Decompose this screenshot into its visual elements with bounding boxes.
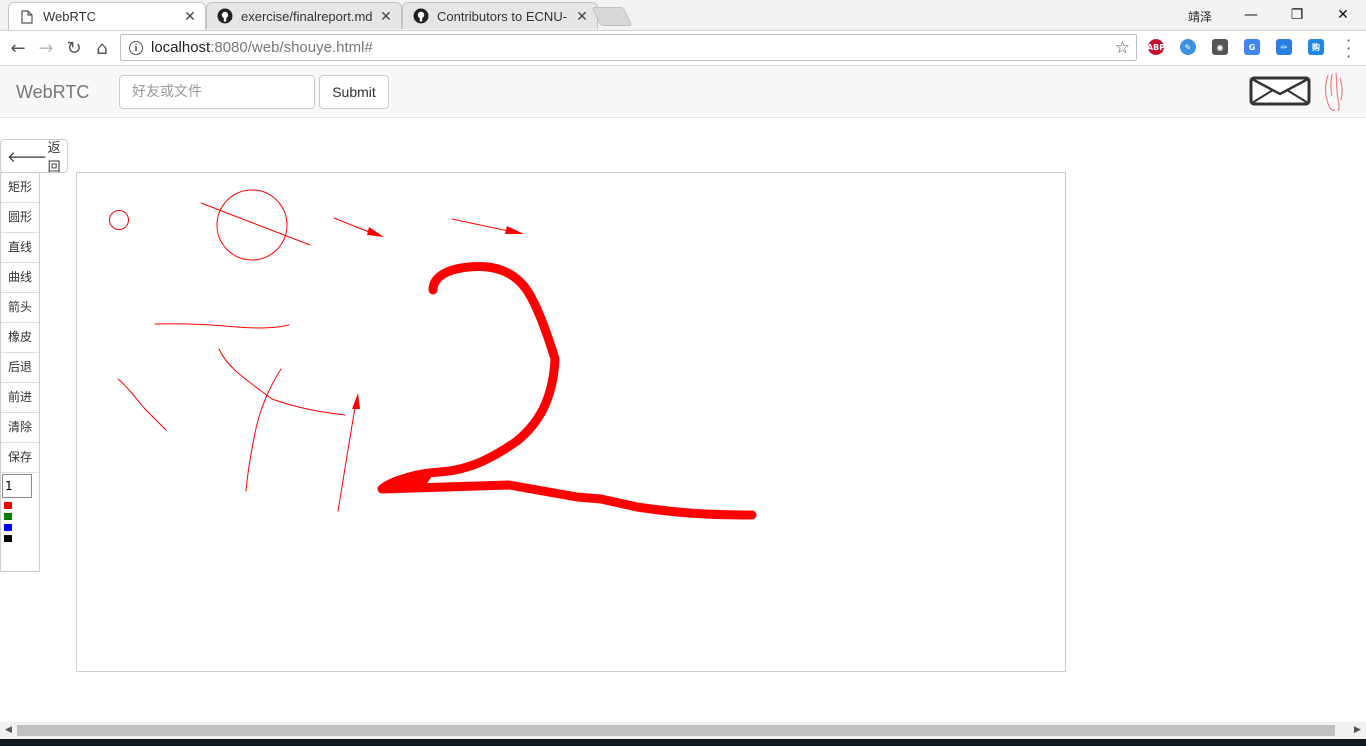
browser-toolbar: ← → ↻ ⌂ i localhost:8080/web/shouye.html… xyxy=(0,31,1366,66)
os-taskbar xyxy=(0,739,1366,746)
tool-save[interactable]: 保存 xyxy=(1,443,39,473)
line-width-input[interactable] xyxy=(2,474,32,498)
drawn-circle-large xyxy=(216,189,288,261)
reload-icon[interactable]: ↻ xyxy=(62,36,86,60)
home-icon[interactable]: ⌂ xyxy=(90,36,114,60)
tool-rectangle[interactable]: 矩形 xyxy=(1,173,39,203)
url-host: localhost xyxy=(151,39,211,56)
scroll-thumb[interactable] xyxy=(17,725,1335,736)
drawn-curve xyxy=(218,348,346,416)
pen-icon[interactable]: ✏ xyxy=(1276,39,1292,55)
tool-panel: 矩形 圆形 直线 曲线 箭头 橡皮 后退 前进 清除 保存 xyxy=(0,172,40,572)
tab-title: exercise/finalreport.md xyxy=(241,8,373,24)
github-icon xyxy=(217,8,233,24)
drawing-surface[interactable] xyxy=(77,173,1065,671)
tab-title: Contributors to ECNU- xyxy=(437,8,568,24)
menu-icon[interactable]: · · · xyxy=(1346,33,1351,65)
github-icon xyxy=(413,8,429,24)
tool-arrow[interactable]: 箭头 xyxy=(1,293,39,323)
drawing-canvas[interactable] xyxy=(76,172,1066,672)
tab-strip: WebRTC ✕ exercise/finalreport.md ✕ Contr… xyxy=(0,0,1366,31)
tool-eraser[interactable]: 橡皮 xyxy=(1,323,39,353)
scroll-right-icon[interactable]: ▶ xyxy=(1349,724,1366,737)
drawn-curve xyxy=(245,368,282,492)
profile-name[interactable]: 靖泽 xyxy=(1188,8,1212,25)
shop-icon[interactable]: 购 xyxy=(1308,39,1324,55)
scroll-left-icon[interactable]: ◀ xyxy=(0,724,17,737)
search-input[interactable] xyxy=(119,75,315,109)
translate-icon[interactable]: G xyxy=(1244,39,1260,55)
back-button[interactable]: 🡐 返回 xyxy=(0,139,68,174)
drawn-arrowhead xyxy=(352,393,360,409)
tool-line[interactable]: 直线 xyxy=(1,233,39,263)
close-icon[interactable]: ✕ xyxy=(575,8,589,25)
abp-icon[interactable]: ABP xyxy=(1147,39,1165,55)
tab-webrtc[interactable]: WebRTC ✕ xyxy=(8,2,206,30)
star-icon[interactable]: ☆ xyxy=(1115,38,1130,58)
arrow-left-icon: 🡐 xyxy=(7,148,48,166)
drawn-arrow-shaft xyxy=(337,400,357,512)
mail-icon[interactable] xyxy=(1249,76,1311,106)
tool-undo[interactable]: 后退 xyxy=(1,353,39,383)
brand-title[interactable]: WebRTC xyxy=(16,82,89,103)
tab-title: WebRTC xyxy=(43,9,96,24)
tool-circle[interactable]: 圆形 xyxy=(1,203,39,233)
tool-curve[interactable]: 曲线 xyxy=(1,263,39,293)
drawn-number-2 xyxy=(377,262,757,520)
horizontal-scrollbar[interactable]: ◀ ▶ xyxy=(0,722,1366,739)
avatar[interactable] xyxy=(1318,70,1350,114)
tab-contributors[interactable]: Contributors to ECNU- ✕ xyxy=(402,2,598,29)
page-icon xyxy=(19,9,35,25)
eye-icon[interactable]: ◉ xyxy=(1212,39,1228,55)
color-swatch-black[interactable] xyxy=(4,535,12,542)
tool-redo[interactable]: 前进 xyxy=(1,383,39,413)
color-swatch-blue[interactable] xyxy=(4,524,12,531)
drawn-circle-small xyxy=(109,210,129,230)
window-close-icon[interactable]: ✕ xyxy=(1320,0,1366,30)
tab-finalreport[interactable]: exercise/finalreport.md ✕ xyxy=(206,2,402,29)
drawn-arrowhead xyxy=(367,227,384,237)
drawn-curve xyxy=(117,378,167,431)
restore-icon[interactable]: ❐ xyxy=(1274,0,1320,30)
drawn-arrowhead xyxy=(505,226,524,234)
color-swatch-green[interactable] xyxy=(4,513,12,520)
close-icon[interactable]: ✕ xyxy=(379,8,393,25)
app-navbar: WebRTC Submit xyxy=(0,66,1366,118)
url-path: :8080/web/shouye.html# xyxy=(210,39,373,56)
minimize-icon[interactable]: — xyxy=(1228,0,1274,30)
drawn-arrow-shaft xyxy=(451,218,514,233)
close-icon[interactable]: ✕ xyxy=(183,8,197,25)
feather-icon[interactable]: ✎ xyxy=(1180,39,1196,55)
back-arrow-icon[interactable]: ← xyxy=(6,36,30,60)
info-icon[interactable]: i xyxy=(129,40,143,55)
submit-button[interactable]: Submit xyxy=(319,75,389,109)
back-button-label: 返回 xyxy=(47,140,61,174)
tool-clear[interactable]: 清除 xyxy=(1,413,39,443)
drawn-curve xyxy=(154,323,290,329)
color-swatch-red[interactable] xyxy=(4,502,12,509)
address-bar[interactable]: i localhost:8080/web/shouye.html# ☆ xyxy=(120,34,1137,61)
forward-arrow-icon[interactable]: → xyxy=(34,36,58,60)
